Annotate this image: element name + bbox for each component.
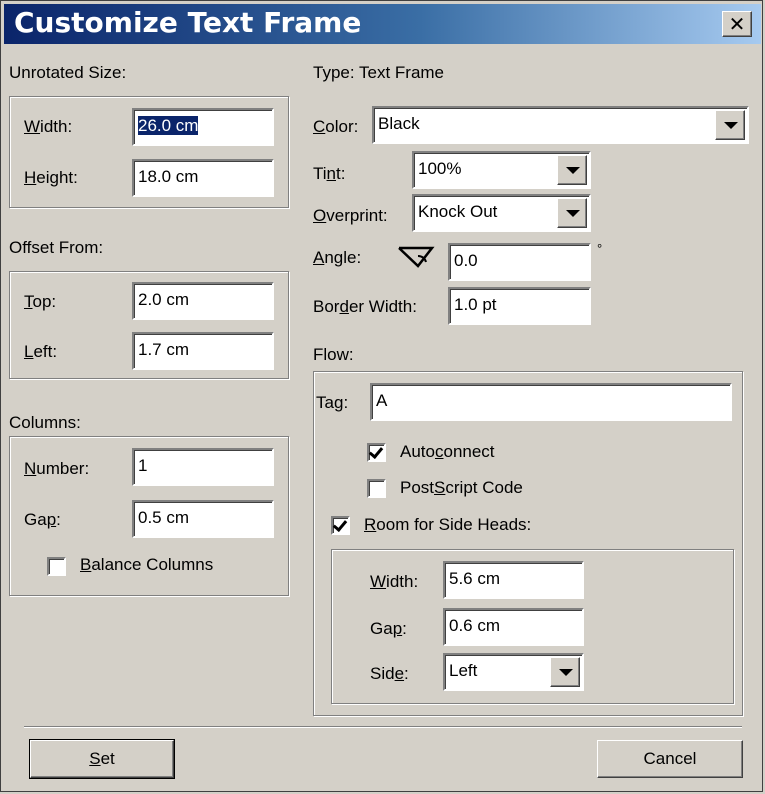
postscript-code-checkbox[interactable] (367, 479, 386, 498)
unrotated-size-heading: Unrotated Size: (9, 63, 127, 82)
chevron-down-icon[interactable] (715, 110, 745, 140)
color-select[interactable]: Black (372, 106, 749, 144)
side-select[interactable]: Left (443, 653, 584, 691)
side-head-width-field[interactable]: 5.6 cm (443, 561, 584, 599)
postscript-code-label: PostScript Code (400, 478, 523, 497)
color-label: Color: (313, 117, 359, 136)
offset-from-heading: Offset From: (9, 238, 104, 257)
chevron-down-icon[interactable] (557, 198, 587, 228)
number-label: Number: (24, 459, 90, 478)
room-for-side-heads-label: Room for Side Heads: (364, 515, 532, 534)
degree-unit: ° (597, 241, 603, 256)
set-button[interactable]: Set (29, 739, 175, 779)
autoconnect-checkbox[interactable] (367, 443, 386, 462)
gap-field[interactable]: 0.5 cm (132, 500, 274, 538)
angle-field[interactable]: 0.0 (448, 243, 591, 281)
side-head-gap-label: Gap: (370, 619, 407, 638)
top-label: Top: (24, 292, 57, 311)
columns-heading: Columns: (9, 413, 81, 432)
width-field[interactable]: 26.0 cm (132, 108, 274, 146)
tag-field[interactable]: A (370, 383, 732, 421)
tint-select[interactable]: 100% (412, 151, 591, 189)
close-button[interactable]: ✕ (722, 11, 752, 37)
left-label: Left: (24, 342, 58, 361)
title-bar[interactable]: Customize Text Frame ✕ (4, 4, 761, 44)
width-label: Width: (24, 117, 73, 136)
tint-label: Tint: (313, 164, 346, 183)
flow-heading: Flow: (313, 345, 354, 364)
autoconnect-label: Autoconnect (400, 442, 495, 461)
tag-label: Tag: (316, 393, 349, 412)
side-label: Side: (370, 664, 409, 683)
overprint-label: Overprint: (313, 206, 388, 225)
left-field[interactable]: 1.7 cm (132, 332, 274, 370)
window-title: Customize Text Frame (14, 6, 362, 39)
balance-columns-label: Balance Columns (80, 555, 214, 574)
room-for-side-heads-checkbox[interactable] (331, 516, 350, 535)
side-head-gap-field[interactable]: 0.6 cm (443, 608, 584, 646)
chevron-down-icon[interactable] (550, 657, 580, 687)
angle-label: Angle: (313, 248, 362, 267)
border-width-label: Border Width: (313, 297, 417, 316)
angle-icon (398, 246, 435, 268)
top-field[interactable]: 2.0 cm (132, 282, 274, 320)
close-icon: ✕ (728, 12, 746, 36)
side-head-width-label: Width: (370, 572, 419, 591)
height-label: Height: (24, 168, 78, 187)
type-label: Type: Text Frame (313, 63, 445, 82)
cancel-button[interactable]: Cancel (597, 740, 743, 778)
overprint-select[interactable]: Knock Out (412, 194, 591, 232)
number-field[interactable]: 1 (132, 448, 274, 486)
customize-text-frame-dialog: Customize Text Frame ✕ Unrotated Size: W… (0, 0, 763, 792)
height-field[interactable]: 18.0 cm (132, 159, 274, 197)
gap-label: Gap: (24, 510, 61, 529)
balance-columns-checkbox[interactable] (47, 557, 66, 576)
border-width-field[interactable]: 1.0 pt (448, 287, 591, 325)
chevron-down-icon[interactable] (557, 155, 587, 185)
divider (24, 726, 742, 728)
